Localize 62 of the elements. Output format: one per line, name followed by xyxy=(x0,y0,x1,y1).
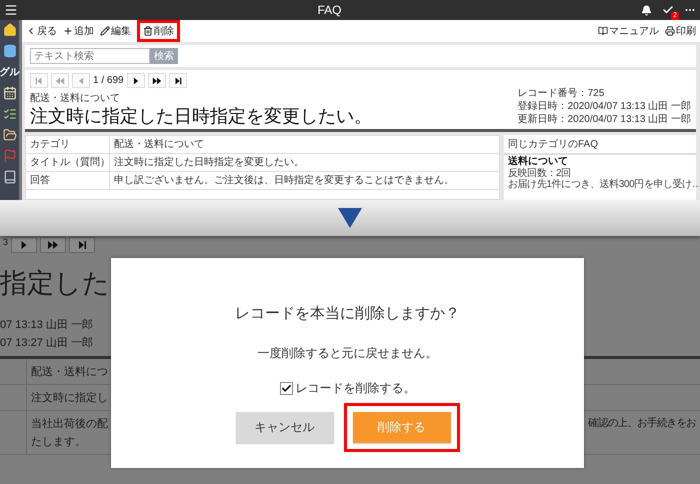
record-title: 注文時に指定した日時指定を変更したい。 xyxy=(30,105,372,128)
record-meta: 登録日時：2020/04/07 13:13 山田 一郎 xyxy=(518,101,691,113)
last-page-icon xyxy=(172,76,183,86)
checkbox-label[interactable]: レコードを削除する。 xyxy=(296,380,416,397)
toolbar-button[interactable]: マニュアル xyxy=(598,24,659,38)
checklist-icon[interactable] xyxy=(2,107,16,121)
cancel-button[interactable]: キャンセル xyxy=(236,412,334,443)
table-cell-text: 配送・送料につ xyxy=(31,365,108,379)
last-page-icon xyxy=(76,239,88,251)
record-title: 指定した xyxy=(0,267,111,299)
panel-title: 同じカテゴリのFAQ xyxy=(504,135,696,155)
sidebar-label[interactable]: グル xyxy=(0,65,20,79)
table-label: カテゴリ xyxy=(26,136,110,153)
toolbar-button[interactable]: 戻る xyxy=(26,24,57,38)
rewind-page-icon xyxy=(55,76,65,86)
calendar-icon[interactable] xyxy=(2,86,16,100)
table-cell: 確認の上、お手続きをお xyxy=(588,416,696,431)
table-cell-text: 注文時に指定し xyxy=(31,390,108,405)
check-icon xyxy=(280,383,292,394)
record-meta: 更新日時：2020/04/07 13:13 山田 一郎 xyxy=(518,114,691,126)
record-category: 配送・送料について xyxy=(30,92,121,105)
menu-icon[interactable] xyxy=(4,3,18,17)
printer-icon xyxy=(665,26,675,36)
bell-icon[interactable] xyxy=(641,4,652,16)
home-icon[interactable] xyxy=(2,23,16,37)
forward-page-icon xyxy=(47,239,60,251)
faq-link[interactable]: 送料について xyxy=(508,156,700,168)
checkbox[interactable] xyxy=(280,382,292,395)
toolbar-button[interactable]: 削除 xyxy=(143,24,174,38)
table-cell-text: 注文時に指定した日時指定を変更したい。 xyxy=(113,156,305,170)
record-meta: 07 13:27 山田 一郎 xyxy=(0,336,94,350)
window-title: FAQ xyxy=(316,3,342,17)
folder-icon[interactable] xyxy=(2,128,16,142)
faq-count: 反映回数：2回 xyxy=(508,168,572,179)
pencil-icon xyxy=(100,26,110,36)
table-label: 回答 xyxy=(26,172,110,189)
search-field[interactable]: テキスト検索 xyxy=(30,48,150,64)
dialog-title: レコードを本当に削除しますか？ xyxy=(235,304,460,323)
table-cell-text: 配送・送料について xyxy=(113,138,205,152)
faq-excerpt: お届け先1件につき、送料300円を申し受け… xyxy=(508,179,700,190)
plus-icon xyxy=(63,26,73,36)
trash-icon xyxy=(143,26,153,36)
table-cell-text: 申し訳ございません。ご注文後は、日時指定を変更することはできません。 xyxy=(113,174,455,188)
database-icon[interactable] xyxy=(2,44,16,58)
prev-page-icon xyxy=(76,76,86,86)
toolbar-button[interactable]: 印刷 xyxy=(665,24,696,38)
check-icon[interactable] xyxy=(662,4,674,16)
book-icon xyxy=(598,26,608,36)
table-cell-text: 当社出荷後の配 xyxy=(31,417,108,431)
table-cell-text: たします。 xyxy=(31,435,87,449)
forward-page-icon xyxy=(152,76,162,86)
toolbar-button[interactable]: 追加 xyxy=(63,24,94,38)
down-arrow-icon xyxy=(338,208,362,228)
page-position: 3 xyxy=(3,237,8,247)
toolbar-button[interactable]: 編集 xyxy=(100,24,131,38)
table-label: タイトル（質問） xyxy=(26,154,110,171)
first-page-icon xyxy=(34,76,44,86)
record-meta: 07 13:13 山田 一郎 xyxy=(0,318,94,332)
book-icon[interactable] xyxy=(2,170,16,184)
dialog-message: 一度削除すると元に戻せません。 xyxy=(258,345,438,362)
record-meta: レコード番号：725 xyxy=(518,88,606,100)
page-position: 1 / 699 xyxy=(93,75,124,86)
